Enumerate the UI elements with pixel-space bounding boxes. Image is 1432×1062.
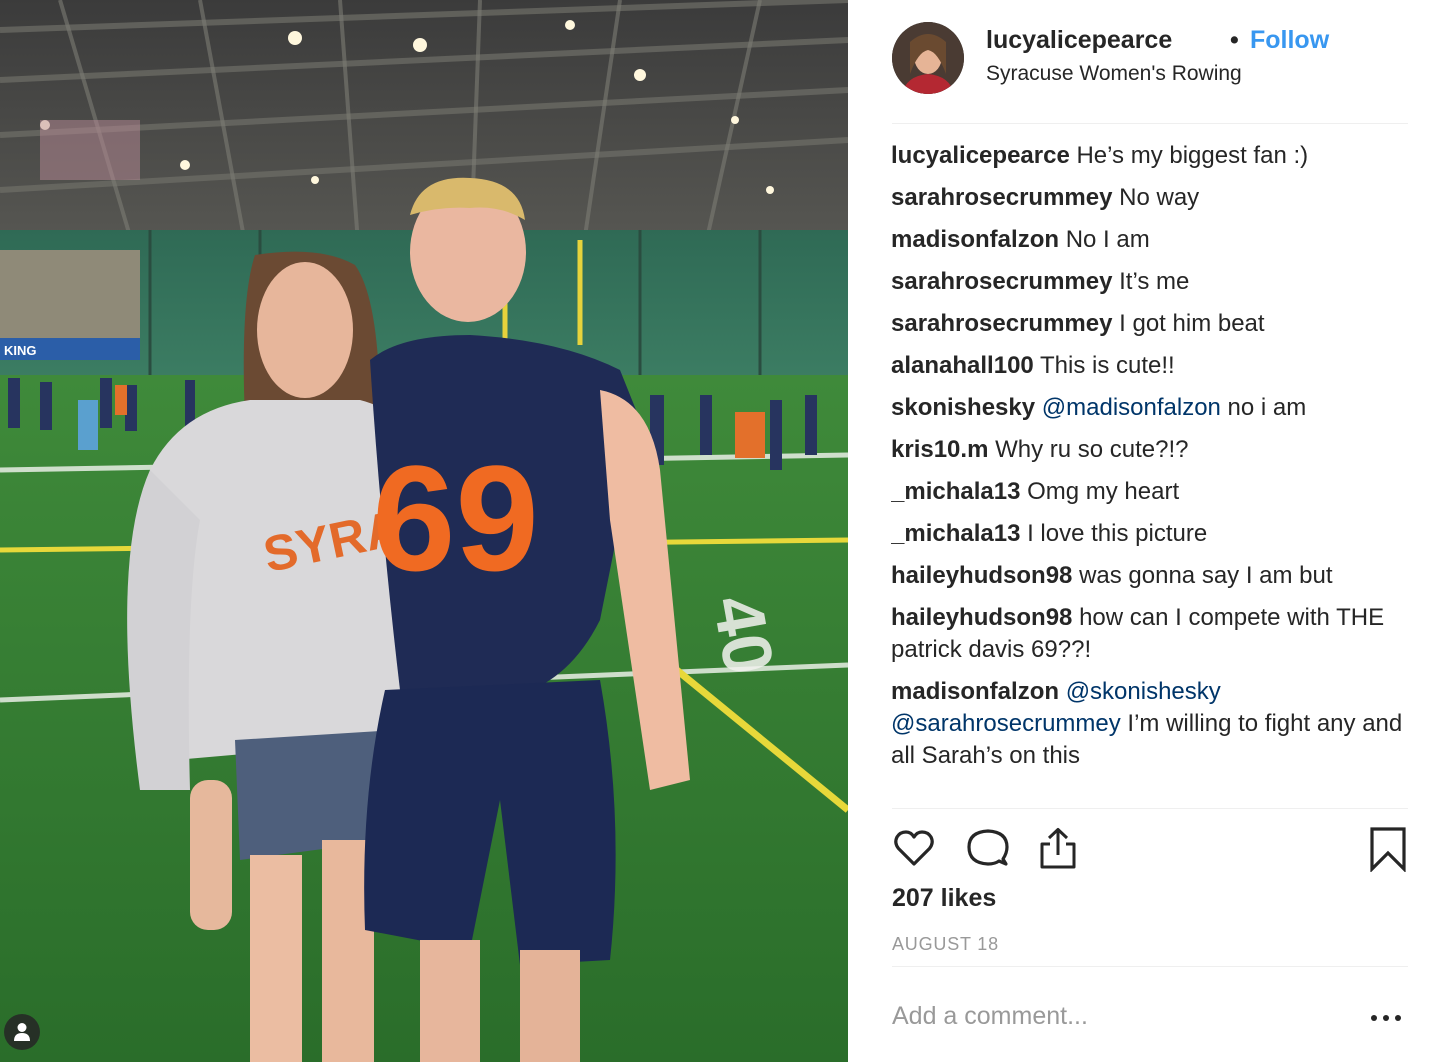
header-separator: • xyxy=(1230,26,1239,54)
comment-text: No I am xyxy=(1065,226,1150,253)
comment-item: madisonfalzon No I am xyxy=(891,224,1411,256)
comment-item: haileyhudson98 how can I compete with TH… xyxy=(891,602,1411,666)
post-location[interactable]: Syracuse Women's Rowing xyxy=(986,62,1242,86)
more-options-icon[interactable] xyxy=(1366,1006,1406,1030)
comment-text: No way xyxy=(1119,184,1200,211)
comment-text: I got him beat xyxy=(1119,310,1265,337)
post-date[interactable]: AUGUST 18 xyxy=(892,934,999,955)
comment-text: I love this picture xyxy=(1027,520,1208,547)
likes-count[interactable]: 207 likes xyxy=(892,884,996,913)
share-icon[interactable] xyxy=(1036,826,1082,872)
comment-username[interactable]: skonishesky xyxy=(891,394,1035,421)
bookmark-icon[interactable] xyxy=(1366,826,1412,873)
comment-bubble-icon[interactable] xyxy=(966,826,1012,872)
comment-username[interactable]: sarahrosecrummey xyxy=(891,310,1112,337)
comment-mention[interactable]: @skonishesky xyxy=(1066,678,1221,705)
comment-username[interactable]: sarahrosecrummey xyxy=(891,268,1112,295)
comments-list[interactable]: lucyalicepearce He’s my biggest fan :) sa… xyxy=(891,140,1411,808)
follow-button[interactable]: Follow xyxy=(1250,26,1329,55)
post-username[interactable]: lucyalicepearce xyxy=(986,26,1172,55)
comment-item: sarahrosecrummey I got him beat xyxy=(891,308,1411,340)
photo-scene: KING 40 SYRACU 69 xyxy=(0,0,848,1062)
post-header: lucyalicepearce • Follow Syracuse Women'… xyxy=(892,22,1408,124)
person-tag-icon[interactable] xyxy=(4,1014,40,1050)
post-photo[interactable]: KING 40 SYRACU 69 xyxy=(0,0,848,1062)
comment-item: _michala13 Omg my heart xyxy=(891,476,1411,508)
comment-text: He’s my biggest fan :) xyxy=(1076,142,1309,169)
comments-divider xyxy=(892,808,1408,809)
comment-item: sarahrosecrummey It’s me xyxy=(891,266,1411,298)
comment-mention[interactable]: @madisonfalzon xyxy=(1042,394,1221,421)
comment-text: Why ru so cute?!? xyxy=(995,436,1189,463)
comment-item: skonishesky @madisonfalzon no i am xyxy=(891,392,1411,424)
comment-username[interactable]: _michala13 xyxy=(891,520,1020,547)
add-comment-input[interactable] xyxy=(892,996,1352,1036)
comment-username[interactable]: sarahrosecrummey xyxy=(891,184,1112,211)
field-number: 40 xyxy=(698,590,788,680)
comment-username[interactable]: kris10.m xyxy=(891,436,988,463)
comment-username[interactable]: madisonfalzon xyxy=(891,226,1059,253)
comment-username[interactable]: _michala13 xyxy=(891,478,1020,505)
comment-text: Omg my heart xyxy=(1027,478,1180,505)
post-sidebar: lucyalicepearce • Follow Syracuse Women'… xyxy=(848,0,1432,1062)
comment-mention[interactable]: @sarahrosecrummey xyxy=(891,710,1121,737)
comment-username[interactable]: lucyalicepearce xyxy=(891,142,1070,169)
comment-text: was gonna say I am but xyxy=(1079,562,1333,589)
banner-text: KING xyxy=(4,343,37,358)
comment-text: It’s me xyxy=(1119,268,1190,295)
comment-item: madisonfalzon @skonishesky @sarahrosecru… xyxy=(891,676,1411,772)
comment-item: haileyhudson98 was gonna say I am but xyxy=(891,560,1411,592)
comment-item: sarahrosecrummey No way xyxy=(891,182,1411,214)
avatar[interactable] xyxy=(892,22,964,94)
comment-username[interactable]: madisonfalzon xyxy=(891,678,1059,705)
jersey-number: 69 xyxy=(372,434,539,602)
comment-username[interactable]: alanahall100 xyxy=(891,352,1034,379)
add-comment-divider xyxy=(892,966,1408,967)
comment-item: _michala13 I love this picture xyxy=(891,518,1411,550)
comment-username[interactable]: haileyhudson98 xyxy=(891,562,1072,589)
comment-username[interactable]: haileyhudson98 xyxy=(891,604,1072,631)
comment-item: lucyalicepearce He’s my biggest fan :) xyxy=(891,140,1411,172)
comment-item: alanahall100 This is cute!! xyxy=(891,350,1411,382)
comment-item: kris10.m Why ru so cute?!? xyxy=(891,434,1411,466)
comment-text: This is cute!! xyxy=(1040,352,1175,379)
comment-text: no i am xyxy=(1220,394,1307,421)
heart-icon[interactable] xyxy=(892,826,938,872)
post-actions-bar xyxy=(892,826,1408,874)
